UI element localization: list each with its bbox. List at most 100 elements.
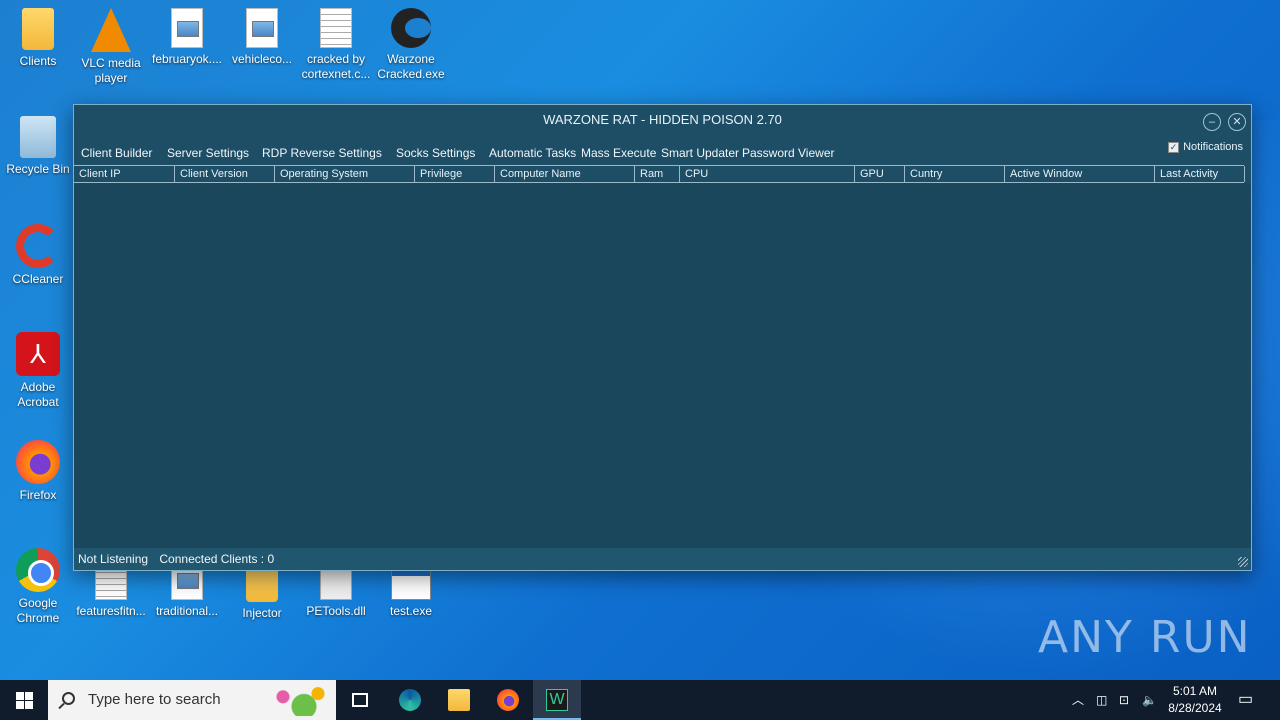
action-center-button[interactable]: ▭ bbox=[1238, 680, 1253, 720]
text-file-icon bbox=[320, 8, 352, 48]
menu-server-settings[interactable]: Server Settings bbox=[167, 146, 249, 160]
taskbar-search[interactable]: Type here to search bbox=[48, 680, 336, 720]
network-button[interactable]: ⊡ bbox=[1119, 680, 1129, 720]
start-button[interactable] bbox=[0, 680, 48, 720]
windows-logo-icon bbox=[16, 692, 24, 700]
image-file-icon bbox=[246, 8, 278, 48]
notifications-toggle[interactable]: ✓ Notifications bbox=[1168, 141, 1243, 153]
column-active-window[interactable]: Active Window bbox=[1005, 166, 1155, 182]
warzone-app-icon bbox=[391, 8, 431, 48]
edge-icon bbox=[399, 689, 421, 711]
notifications-label: Notifications bbox=[1183, 141, 1243, 153]
desktop-icon-label: vehicleco... bbox=[231, 52, 293, 66]
resize-grip-icon[interactable] bbox=[1238, 557, 1248, 567]
desktop-icon-clients[interactable]: Clients bbox=[0, 8, 76, 69]
checkbox-checked-icon[interactable]: ✓ bbox=[1168, 141, 1180, 153]
search-icon bbox=[62, 692, 75, 705]
column-client-version[interactable]: Client Version bbox=[175, 166, 275, 182]
desktop-icon-label: PETools.dll bbox=[306, 604, 366, 618]
connected-clients-count: Connected Clients : 0 bbox=[159, 552, 275, 566]
search-highlight-icon bbox=[262, 684, 332, 716]
menu-rdp-reverse-settings[interactable]: RDP Reverse Settings bbox=[262, 146, 382, 160]
adobe-acrobat-icon: ⅄ bbox=[16, 332, 60, 376]
clients-table-header: Client IP Client Version Operating Syste… bbox=[74, 165, 1245, 183]
task-view-button[interactable] bbox=[336, 680, 384, 720]
desktop-icon-firefox[interactable]: Firefox bbox=[0, 440, 76, 503]
clock-date: 8/28/2024 bbox=[1168, 701, 1222, 715]
desktop-icon-label: februaryok.... bbox=[151, 52, 223, 66]
desktop-icon-adobe[interactable]: ⅄ Adobe Acrobat bbox=[0, 332, 76, 410]
desktop-icon-vehicleco[interactable]: vehicleco... bbox=[224, 8, 300, 67]
firefox-icon bbox=[16, 440, 60, 484]
desktop-icon-february[interactable]: februaryok.... bbox=[149, 8, 225, 67]
column-ram[interactable]: Ram bbox=[635, 166, 680, 182]
listening-status: Not Listening bbox=[78, 552, 149, 566]
notification-icon: ▭ bbox=[1238, 691, 1254, 708]
taskbar-firefox[interactable] bbox=[484, 680, 532, 720]
chevron-up-icon: ︿ bbox=[1072, 693, 1085, 707]
ccleaner-icon bbox=[16, 224, 60, 268]
menu-mass-execute[interactable]: Mass Execute bbox=[581, 146, 656, 160]
menu-bar: Client Builder Server Settings RDP Rever… bbox=[74, 143, 1251, 165]
anyrun-watermark: ANY RUN bbox=[1038, 612, 1252, 663]
exe-file-icon bbox=[391, 568, 431, 600]
recycle-bin-icon bbox=[20, 116, 56, 158]
taskbar-edge[interactable] bbox=[386, 680, 434, 720]
clients-table-body[interactable] bbox=[74, 183, 1251, 549]
desktop-icon-label: Firefox bbox=[19, 488, 57, 502]
window-title: WARZONE RAT - HIDDEN POISON 2.70 bbox=[543, 112, 782, 127]
desktop-icon-label: Injector bbox=[242, 606, 282, 620]
network-icon: ⊡ bbox=[1119, 693, 1130, 707]
column-operating-system[interactable]: Operating System bbox=[275, 166, 415, 182]
desktop-icon-label: traditional... bbox=[155, 604, 219, 618]
desktop-icon-label: Recycle Bin bbox=[6, 162, 70, 176]
taskbar-clock[interactable]: 5:01 AM 8/28/2024 bbox=[1160, 683, 1230, 717]
desktop-icon-label: VLC media player bbox=[81, 56, 141, 85]
folder-icon bbox=[22, 8, 54, 50]
desktop-icon-label: Google Chrome bbox=[16, 596, 60, 625]
folder-icon bbox=[448, 689, 470, 711]
column-last-activity[interactable]: Last Activity bbox=[1155, 166, 1245, 182]
desktop-icon-cracked[interactable]: cracked by cortexnet.c... bbox=[298, 8, 374, 82]
status-bar: Not Listening Connected Clients : 0 bbox=[74, 548, 1251, 570]
show-hidden-icons-button[interactable]: ︿ bbox=[1072, 680, 1084, 720]
desktop-icon-label: cracked by cortexnet.c... bbox=[301, 52, 371, 81]
column-computer-name[interactable]: Computer Name bbox=[495, 166, 635, 182]
column-country[interactable]: Cuntry bbox=[905, 166, 1005, 182]
column-client-ip[interactable]: Client IP bbox=[74, 166, 175, 182]
warzone-app-icon: W bbox=[546, 689, 568, 711]
menu-password-viewer[interactable]: Password Viewer bbox=[742, 146, 834, 160]
column-cpu[interactable]: CPU bbox=[680, 166, 855, 182]
meet-now-button[interactable]: ◫ bbox=[1096, 680, 1107, 720]
close-button[interactable]: ✕ bbox=[1228, 113, 1246, 131]
camera-icon: ◫ bbox=[1096, 693, 1108, 707]
menu-client-builder[interactable]: Client Builder bbox=[81, 146, 152, 160]
volume-button[interactable]: 🔈 bbox=[1142, 680, 1157, 720]
column-privilege[interactable]: Privilege bbox=[415, 166, 495, 182]
taskbar-warzone[interactable]: W bbox=[533, 680, 581, 720]
taskbar-file-explorer[interactable] bbox=[435, 680, 483, 720]
vlc-icon bbox=[91, 8, 131, 52]
chrome-icon bbox=[16, 548, 60, 592]
minimize-button[interactable]: – bbox=[1203, 113, 1221, 131]
desktop-icon-chrome[interactable]: Google Chrome bbox=[0, 548, 76, 626]
warzone-rat-window[interactable]: WARZONE RAT - HIDDEN POISON 2.70 – ✕ Cli… bbox=[73, 104, 1252, 571]
clock-time: 5:01 AM bbox=[1172, 684, 1218, 698]
desktop-icon-vlc[interactable]: VLC media player bbox=[73, 8, 149, 86]
desktop-icon-label: featuresfitn... bbox=[76, 604, 146, 618]
menu-socks-settings[interactable]: Socks Settings bbox=[396, 146, 475, 160]
column-gpu[interactable]: GPU bbox=[855, 166, 905, 182]
menu-smart-updater[interactable]: Smart Updater bbox=[661, 146, 739, 160]
desktop-icon-label: CCleaner bbox=[12, 272, 64, 286]
desktop-icon-ccleaner[interactable]: CCleaner bbox=[0, 224, 76, 287]
desktop-icon-label: test.exe bbox=[389, 604, 433, 618]
menu-automatic-tasks[interactable]: Automatic Tasks bbox=[489, 146, 576, 160]
speaker-icon: 🔈 bbox=[1142, 693, 1157, 707]
firefox-icon bbox=[497, 689, 519, 711]
desktop-icon-label: Adobe Acrobat bbox=[17, 380, 59, 409]
desktop-icon-warzone[interactable]: Warzone Cracked.exe bbox=[373, 8, 449, 82]
task-view-icon bbox=[352, 693, 368, 707]
desktop-icon-recycle-bin[interactable]: Recycle Bin bbox=[0, 116, 76, 177]
search-placeholder: Type here to search bbox=[88, 691, 221, 708]
desktop-icon-label: Warzone Cracked.exe bbox=[377, 52, 445, 81]
